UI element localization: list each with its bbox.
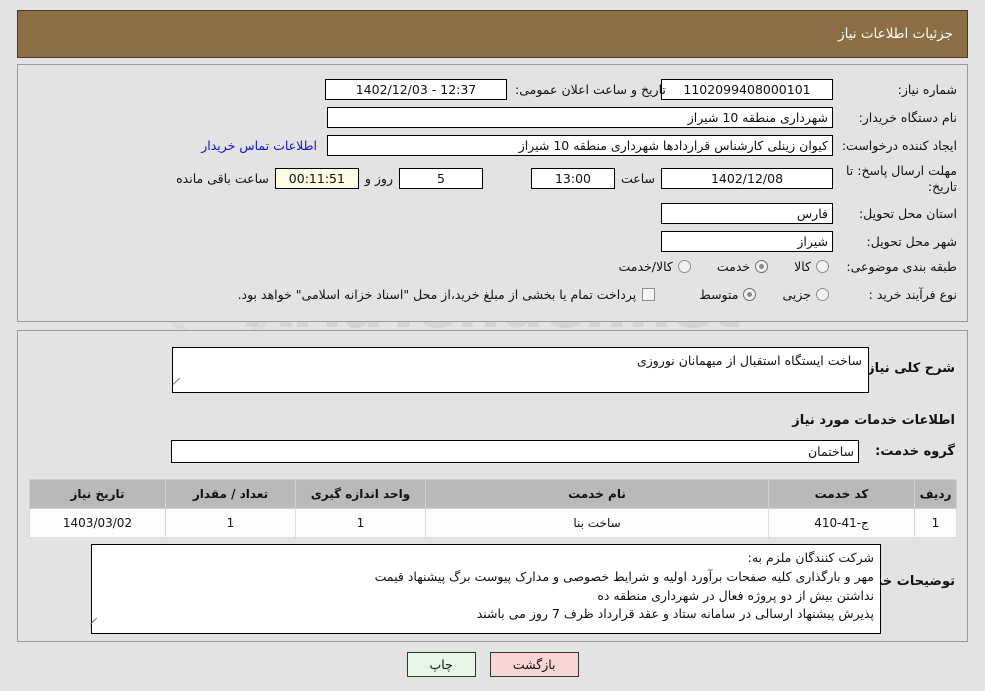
need-detail-panel: شرح کلی نیاز: ساخت ایستگاه استقبال از می… (17, 330, 968, 642)
cell-date: 1403/03/02 (29, 508, 166, 538)
cell-qty: 1 (165, 508, 296, 538)
summary-label: شرح کلی نیاز: (861, 361, 955, 376)
col-code: کد خدمت (768, 479, 915, 509)
province-value: فارس (661, 203, 833, 224)
category-option-kala-khedmat[interactable]: کالا/خدمت (618, 259, 691, 274)
services-table: ردیف کد خدمت نام خدمت واحد اندازه گیری ت… (29, 479, 957, 538)
countdown-value: 00:11:51 (274, 168, 359, 190)
checkbox-icon[interactable] (642, 288, 656, 301)
creator-value: کیوان زینلی کارشناس قراردادها شهرداری من… (327, 135, 833, 156)
countdown-label: ساعت باقی مانده (176, 171, 269, 187)
hour-label: ساعت (620, 171, 655, 187)
days-label: روز و (364, 171, 393, 187)
cell-name: ساخت بنا (425, 508, 769, 538)
creator-label: ایجاد کننده درخواست: (841, 138, 957, 153)
service-group-value[interactable]: ساختمان (171, 440, 859, 463)
row-city: شهر محل تحویل: شیراز (661, 231, 957, 252)
col-unit: واحد اندازه گیری (295, 479, 426, 509)
row-province: استان محل تحویل: فارس (661, 203, 957, 224)
announce-value: 1402/12/03 - 12:37 (325, 79, 507, 100)
radio-icon[interactable] (816, 288, 829, 301)
hour-value: 13:00 (530, 168, 615, 190)
category-label: طبقه بندی موضوعی: (846, 259, 957, 274)
deadline-label: مهلت ارسال پاسخ: تا تاریخ: (846, 163, 957, 194)
buyer-org-value: شهرداری منطقه 10 شیراز (327, 107, 833, 128)
row-deadline: مهلت ارسال پاسخ: تا تاریخ: 1402/12/08 سا… (170, 163, 957, 194)
service-group-label: گروه خدمت: (875, 444, 955, 459)
cell-code: ج-41-410 (768, 508, 915, 538)
days-remaining-value: 5 (398, 168, 483, 190)
cell-radif: 1 (914, 508, 957, 538)
row-buyer-org: نام دستگاه خریدار: شهرداری منطقه 10 شیرا… (327, 107, 957, 128)
need-number-label: شماره نیاز: (897, 82, 957, 97)
buyer-org-label: نام دستگاه خریدار: (858, 110, 957, 125)
city-label: شهر محل تحویل: (866, 234, 957, 249)
announce-label: تاریخ و ساعت اعلان عمومی: (515, 82, 666, 97)
radio-icon[interactable] (755, 260, 769, 273)
treasury-checkbox-item[interactable]: پرداخت تمام یا بخشی از مبلغ خرید،از محل … (238, 287, 656, 302)
col-radif: ردیف (914, 479, 957, 509)
col-qty: تعداد / مقدار (165, 479, 296, 509)
action-buttons: بازگشت چاپ (0, 652, 985, 677)
table-row[interactable]: 1 ج-41-410 ساخت بنا 1 1 1403/03/02 (29, 508, 957, 538)
treasury-checkbox-label: پرداخت تمام یا بخشی از مبلغ خرید،از محل … (237, 287, 637, 302)
col-date: تاریخ نیاز (29, 479, 166, 509)
buyer-contact-link[interactable]: اطلاعات تماس خریدار (201, 138, 317, 153)
process-option-label: متوسط (699, 287, 739, 302)
row-need-number: شماره نیاز: 1102099408000101 (661, 79, 957, 100)
radio-icon[interactable] (677, 260, 691, 273)
category-option-label: کالا (794, 259, 811, 274)
row-process: نوع فرآیند خرید : جزیی متوسط پرداخت تمام… (238, 287, 957, 302)
process-label: نوع فرآیند خرید : (868, 287, 957, 302)
deadline-date-value: 1402/12/08 (661, 168, 833, 190)
page-header: جزئیات اطلاعات نیاز (17, 10, 968, 58)
table-header-row: ردیف کد خدمت نام خدمت واحد اندازه گیری ت… (29, 479, 957, 509)
page-title: جزئیات اطلاعات نیاز (838, 26, 953, 42)
row-creator: ایجاد کننده درخواست: کیوان زینلی کارشناس… (201, 135, 957, 156)
category-option-label: خدمت (716, 259, 751, 274)
cell-unit: 1 (295, 508, 426, 538)
city-value: شیراز (661, 231, 833, 252)
category-option-label: کالا/خدمت (618, 259, 673, 274)
radio-icon[interactable] (743, 288, 757, 301)
print-button[interactable]: چاپ (406, 652, 476, 677)
col-name: نام خدمت (425, 479, 769, 509)
need-info-panel: شماره نیاز: 1102099408000101 تاریخ و ساع… (17, 64, 968, 322)
services-section-title: اطلاعات خدمات مورد نیاز (792, 413, 955, 428)
back-button[interactable]: بازگشت (489, 652, 579, 677)
process-option-jozei[interactable]: جزیی (782, 287, 829, 302)
process-option-label: جزیی (782, 287, 811, 302)
row-category: طبقه بندی موضوعی: کالا خدمت کالا/خدمت (592, 259, 957, 274)
radio-icon[interactable] (816, 260, 829, 273)
process-option-motavaset[interactable]: متوسط (699, 287, 757, 302)
category-option-kala[interactable]: کالا (794, 259, 829, 274)
process-radio-group: جزیی متوسط (673, 287, 829, 302)
notes-textarea[interactable]: شرکت کنندگان ملزم به: مهر و بارگذاری کلی… (91, 544, 881, 634)
province-label: استان محل تحویل: (858, 206, 957, 221)
category-option-khedmat[interactable]: خدمت (716, 259, 769, 274)
page-root: AriaTender.net جزئیات اطلاعات نیاز شماره… (0, 0, 985, 691)
row-announce-datetime: تاریخ و ساعت اعلان عمومی: 1402/12/03 - 1… (325, 79, 687, 100)
summary-textarea[interactable]: ساخت ایستگاه استقبال از میهمانان نوروزی (172, 347, 869, 393)
category-radio-group: کالا خدمت کالا/خدمت (592, 259, 829, 274)
